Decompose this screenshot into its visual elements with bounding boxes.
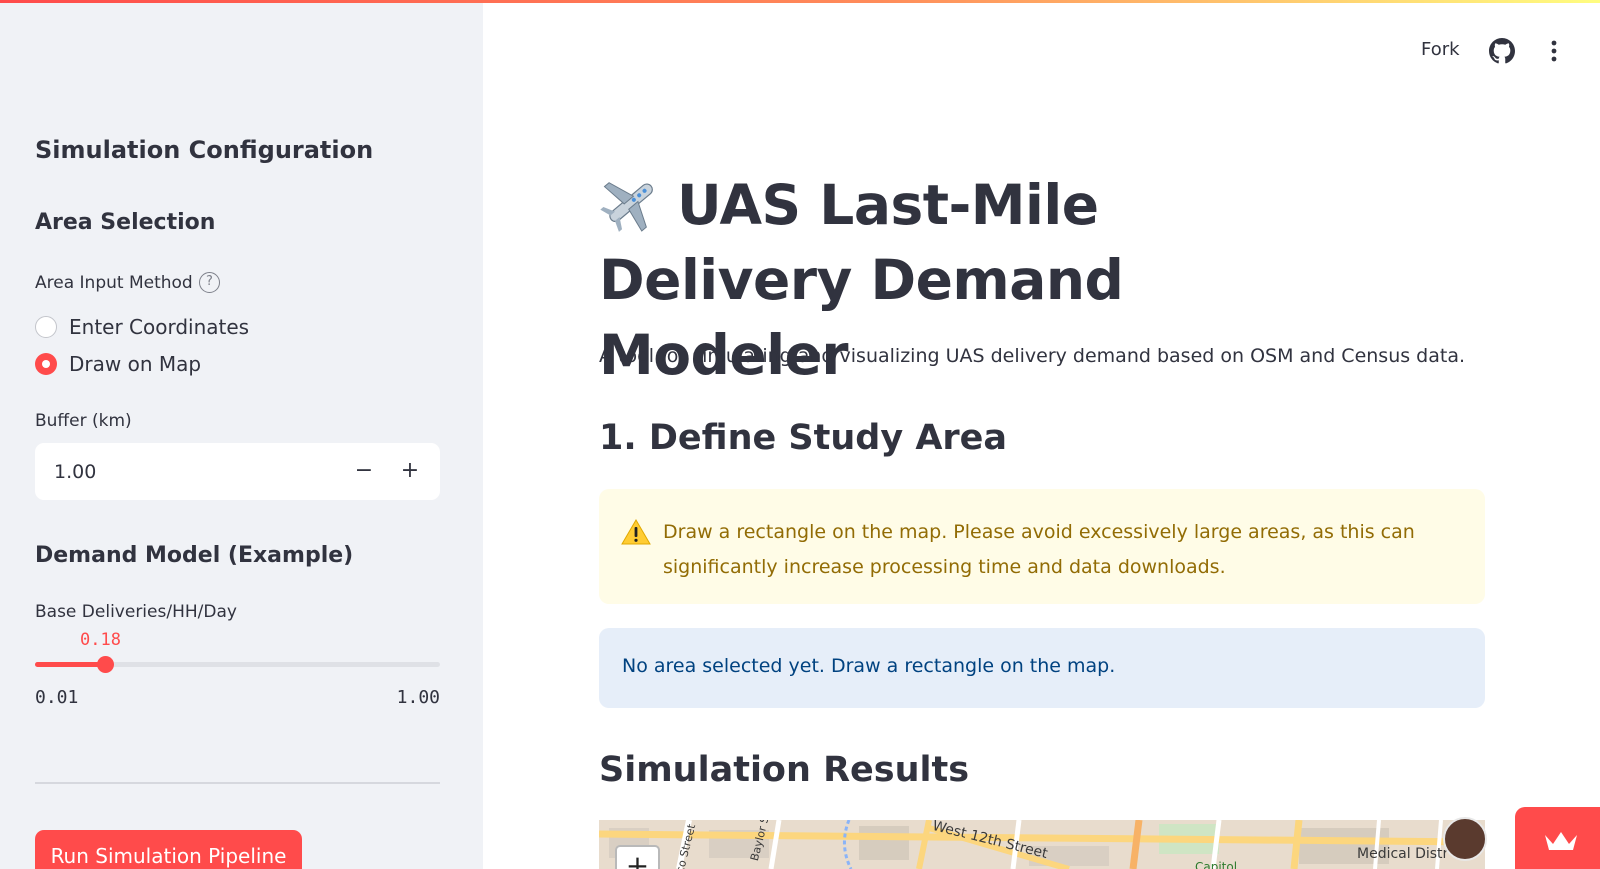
info-text: No area selected yet. Draw a rectangle o… — [622, 655, 1116, 677]
area-input-method-label: Area Input Method — [35, 273, 193, 293]
section-define-study-area: 1. Define Study Area — [599, 418, 1008, 458]
divider — [35, 782, 440, 784]
base-deliveries-label: Base Deliveries/HH/Day — [35, 602, 237, 622]
buffer-field[interactable] — [35, 443, 335, 500]
sidebar: Simulation Configuration Area Selection … — [0, 0, 483, 869]
sidebar-title: Simulation Configuration — [35, 136, 374, 164]
radio-enter-coordinates[interactable]: Enter Coordinates — [35, 314, 249, 340]
warning-icon — [621, 519, 651, 545]
crown-icon — [1545, 832, 1577, 850]
map-zoom-in-button[interactable]: + — [615, 845, 660, 869]
fork-link[interactable]: Fork — [1421, 39, 1460, 60]
increment-button[interactable]: + — [395, 457, 425, 487]
decrement-button[interactable]: − — [349, 457, 379, 487]
buffer-number-input: − + — [35, 443, 440, 500]
map-park-label: Capitol — [1195, 860, 1238, 869]
streamlit-badge-button[interactable] — [1515, 807, 1600, 869]
page-subtitle: A tool for simulating and visualizing UA… — [599, 345, 1466, 367]
area-selection-heading: Area Selection — [35, 210, 216, 235]
slider-max-label: 1.00 — [396, 687, 440, 708]
slider-min-label: 0.01 — [35, 687, 79, 708]
slider-fill — [35, 662, 105, 667]
map-district-label: Medical Distr — [1357, 846, 1449, 862]
radio-label: Enter Coordinates — [69, 315, 250, 339]
demand-model-heading: Demand Model (Example) — [35, 543, 354, 568]
top-decoration-bar — [0, 0, 1600, 3]
warning-text: Draw a rectangle on the map. Please avoi… — [663, 521, 1415, 578]
avatar[interactable] — [1443, 817, 1487, 861]
radio-unchecked-icon — [35, 316, 57, 338]
info-alert: No area selected yet. Draw a rectangle o… — [599, 628, 1485, 708]
slider-track[interactable] — [35, 656, 440, 673]
help-icon[interactable]: ? — [199, 272, 220, 293]
section-simulation-results: Simulation Results — [599, 750, 970, 790]
radio-label: Draw on Map — [69, 352, 202, 376]
warning-alert: Draw a rectangle on the map. Please avoi… — [599, 489, 1485, 604]
buffer-label: Buffer (km) — [35, 411, 132, 431]
github-icon[interactable] — [1489, 38, 1515, 64]
slider-thumb[interactable] — [97, 656, 114, 673]
radio-checked-icon — [35, 353, 57, 375]
kebab-menu-icon[interactable] — [1541, 38, 1567, 64]
run-simulation-button[interactable]: Run Simulation Pipeline — [35, 830, 302, 869]
map-view[interactable]: West 12th Street Baylor S co Street Medi… — [599, 820, 1485, 869]
slider-value: 0.18 — [80, 630, 121, 650]
radio-draw-on-map[interactable]: Draw on Map — [35, 351, 201, 377]
